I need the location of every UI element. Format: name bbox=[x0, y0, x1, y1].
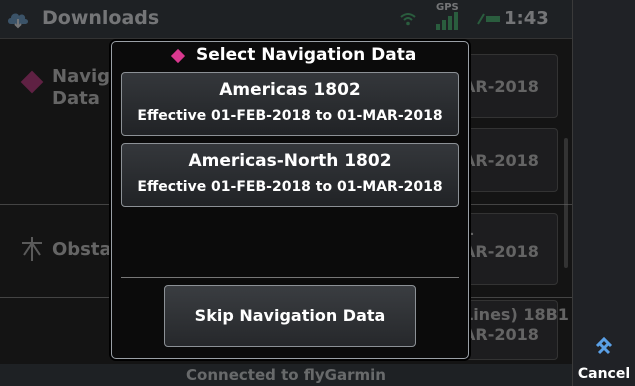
row-label-line2: Data bbox=[52, 88, 100, 109]
navigation-diamond-icon bbox=[170, 48, 186, 64]
clock-time: 1:43 bbox=[504, 8, 549, 29]
cloud-download-icon bbox=[8, 13, 28, 29]
wifi-icon bbox=[400, 13, 416, 26]
option-effective-dates: Effective 01-FEB-2018 to 01-MAR-2018 bbox=[137, 179, 443, 195]
gps-signal-icon: GPS bbox=[430, 2, 470, 34]
button-text: AR-2018 bbox=[463, 325, 539, 344]
divider bbox=[121, 277, 459, 278]
status-footer: Connected to flyGarmin bbox=[0, 364, 572, 386]
main-screen: Downloads GPS 1:43 Naviga Data AR-2018 A… bbox=[0, 0, 572, 386]
cancel-icon bbox=[595, 336, 613, 355]
button-text: AR-2018 bbox=[463, 151, 539, 170]
connection-icon bbox=[477, 13, 500, 25]
dialog-title: Select Navigation Data bbox=[196, 45, 417, 65]
option-name: Americas 1802 bbox=[219, 80, 361, 100]
option-name: Americas-North 1802 bbox=[188, 151, 392, 171]
cancel-button[interactable]: Cancel bbox=[573, 330, 635, 386]
right-button-bar: Cancel bbox=[572, 0, 635, 386]
button-text: Lines) 18B1 bbox=[463, 305, 569, 324]
navigation-diamond-icon bbox=[16, 66, 48, 98]
button-text: AR-2018 bbox=[463, 77, 539, 96]
option-americas-north-1802[interactable]: Americas-North 1802 Effective 01-FEB-201… bbox=[121, 143, 459, 207]
status-bar: Downloads GPS 1:43 bbox=[0, 0, 572, 39]
row-label: Obsta bbox=[52, 239, 112, 260]
skip-navigation-data-button[interactable]: Skip Navigation Data bbox=[164, 285, 416, 347]
option-americas-1802[interactable]: Americas 1802 Effective 01-FEB-2018 to 0… bbox=[121, 72, 459, 136]
obstacle-icon bbox=[22, 237, 42, 261]
page-title: Downloads bbox=[42, 7, 160, 29]
button-text: AR-2018 bbox=[463, 242, 539, 261]
scrollbar[interactable] bbox=[564, 138, 568, 268]
cancel-label: Cancel bbox=[577, 366, 631, 382]
footer-text: Connected to flyGarmin bbox=[186, 366, 386, 384]
select-navigation-data-dialog: Select Navigation Data Americas 1802 Eff… bbox=[111, 41, 469, 359]
dialog-header: Select Navigation Data bbox=[112, 42, 468, 70]
option-effective-dates: Effective 01-FEB-2018 to 01-MAR-2018 bbox=[137, 108, 443, 124]
